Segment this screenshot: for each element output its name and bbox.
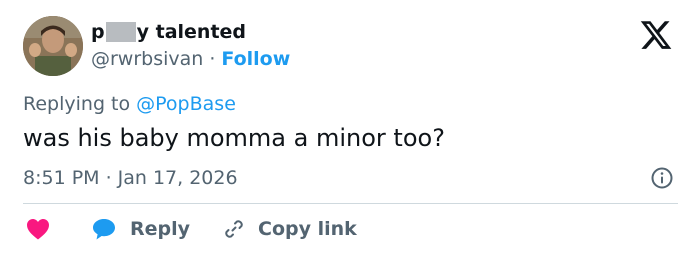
redaction-bar <box>105 22 136 42</box>
replying-to-label: Replying to <box>23 93 137 115</box>
tweet-text: was his baby momma a minor too? <box>23 124 445 152</box>
heart-icon <box>27 219 49 240</box>
speech-bubble-icon <box>93 219 115 240</box>
follow-button[interactable]: Follow <box>221 48 290 70</box>
user-handle[interactable]: @rwrbsivan <box>91 48 203 70</box>
display-name-end: y talented <box>136 21 247 43</box>
separator-dot: · <box>209 48 216 70</box>
reply-label: Reply <box>130 218 191 240</box>
like-button[interactable] <box>26 218 50 240</box>
divider <box>23 203 678 204</box>
info-icon[interactable] <box>650 166 674 190</box>
display-name-start: p <box>91 21 105 43</box>
tweet-timestamp[interactable]: 8:51 PM · Jan 17, 2026 <box>23 167 238 189</box>
timestamp-separator: · <box>105 167 112 189</box>
replying-to: Replying to @PopBase <box>23 93 236 115</box>
tweet-time: 8:51 PM <box>23 167 100 189</box>
copy-link-label: Copy link <box>258 218 357 240</box>
replying-to-mention[interactable]: @PopBase <box>136 93 236 115</box>
tweet-date: Jan 17, 2026 <box>117 167 238 189</box>
x-logo-icon[interactable] <box>636 18 676 52</box>
avatar-image <box>23 16 83 76</box>
copy-link-button[interactable]: Copy link <box>222 217 357 241</box>
action-bar: Reply Copy link <box>23 214 357 244</box>
avatar[interactable] <box>23 16 83 76</box>
link-icon <box>225 220 243 238</box>
reply-button[interactable]: Reply <box>92 218 190 240</box>
display-name[interactable]: p y talented <box>91 21 246 43</box>
handle-row: @rwrbsivan · Follow <box>91 48 290 70</box>
